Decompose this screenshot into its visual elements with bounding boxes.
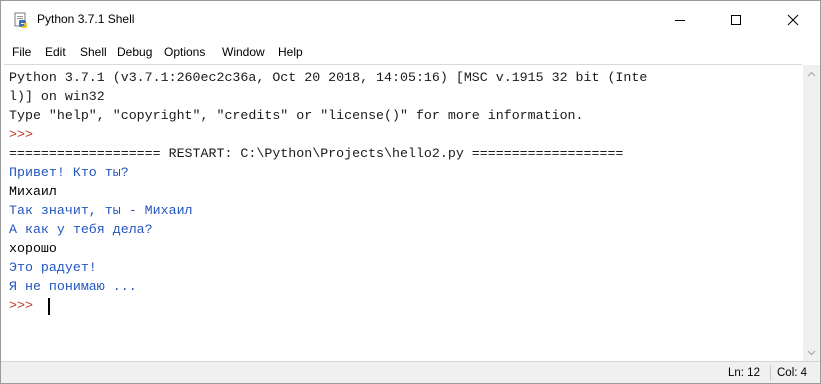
scroll-down-arrow-icon	[807, 350, 816, 355]
shell-line-banner-1: Python 3.7.1 (v3.7.1:260ec2c36a, Oct 20 …	[9, 70, 648, 85]
shell-restart-line: =================== RESTART: C:\Python\P…	[9, 146, 624, 161]
close-icon	[787, 14, 799, 26]
close-button[interactable]	[770, 1, 816, 39]
scroll-up-button[interactable]	[803, 65, 820, 82]
status-bar: Ln: 12 Col: 4	[1, 361, 820, 383]
shell-line-banner-3: Type "help", "copyright", "credits" or "…	[9, 108, 584, 123]
status-divider	[770, 365, 771, 381]
status-column-number: Col: 4	[777, 367, 808, 379]
user-input-line: Михаил	[9, 184, 57, 199]
minimize-button[interactable]	[657, 1, 703, 39]
program-output-line: Так значит, ты - Михаил	[9, 203, 193, 218]
program-output-line: Я не понимаю ...	[9, 279, 137, 294]
menu-edit[interactable]: Edit	[45, 45, 66, 59]
status-line-number: Ln: 12	[728, 367, 760, 379]
maximize-icon	[731, 15, 741, 25]
menu-debug[interactable]: Debug	[117, 45, 152, 59]
menu-shell[interactable]: Shell	[80, 45, 107, 59]
idle-shell-window: Python 3.7.1 Shell File Edit Shell Debug…	[0, 0, 821, 384]
menu-bar: File Edit Shell Debug Options Window Hel…	[1, 39, 820, 64]
program-output-line: Привет! Кто ты?	[9, 165, 129, 180]
shell-current-prompt: >>>	[9, 298, 41, 313]
menu-file[interactable]: File	[12, 45, 31, 59]
scroll-up-arrow-icon	[807, 71, 816, 76]
shell-prompt: >>>	[9, 127, 41, 142]
shell-text-area[interactable]: Python 3.7.1 (v3.7.1:260ec2c36a, Oct 20 …	[4, 64, 802, 361]
program-output-line: А как у тебя дела?	[9, 222, 153, 237]
maximize-button[interactable]	[713, 1, 759, 39]
scroll-down-button[interactable]	[803, 344, 820, 361]
vertical-scrollbar[interactable]	[803, 65, 820, 361]
shell-line-banner-2: l)] on win32	[9, 89, 105, 104]
user-input-line: хорошо	[9, 241, 57, 256]
text-cursor	[48, 298, 50, 315]
menu-options[interactable]: Options	[164, 45, 205, 59]
title-bar[interactable]: Python 3.7.1 Shell	[1, 1, 820, 39]
menu-window[interactable]: Window	[222, 45, 265, 59]
window-title: Python 3.7.1 Shell	[37, 12, 135, 26]
python-idle-icon	[13, 12, 29, 28]
menu-help[interactable]: Help	[278, 45, 303, 59]
program-output-line: Это радует!	[9, 260, 97, 275]
minimize-icon	[675, 20, 685, 21]
